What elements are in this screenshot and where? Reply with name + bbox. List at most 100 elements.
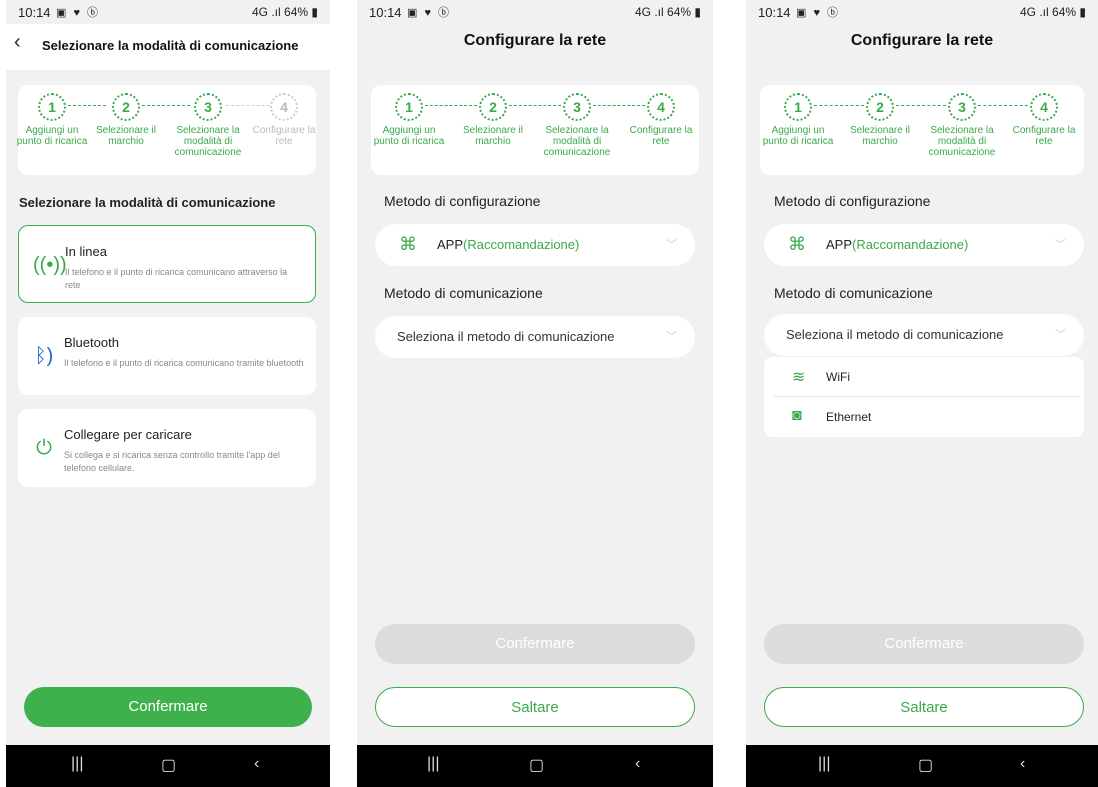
battery-level: 64% <box>1052 5 1077 19</box>
status-icons: ▣ ♥ ⓑ <box>796 7 841 19</box>
step-number: 1 <box>38 93 66 121</box>
step-number: 3 <box>948 93 976 121</box>
home-icon[interactable]: ▢ <box>918 755 933 775</box>
step-4: 4 Configurare la rete <box>625 93 697 147</box>
comm-method-select[interactable]: Seleziona il metodo di comunicazione ﹀ <box>764 314 1084 356</box>
page-title: Selezionare la modalità di comunicazione <box>42 38 299 53</box>
signal-icon: ((•)) <box>33 254 67 276</box>
status-right: 4G .ıl 64% ▮ <box>252 5 318 19</box>
back-nav-icon[interactable]: ‹ <box>1020 755 1025 773</box>
stepper: 1 Aggiungi un punto di ricarica 2 Selezion… <box>371 85 699 175</box>
step-2: 2 Selezionare il marchio <box>457 93 529 147</box>
confirm-button-disabled: Confermare <box>764 624 1084 664</box>
dropdown-option-ethernet[interactable]: ◙ Ethernet <box>764 397 1084 437</box>
plug-icon: ⏻ <box>36 437 52 459</box>
status-right: 4G .ıl 64% ▮ <box>1020 5 1086 19</box>
step-4: 4 Configurare la rete <box>1008 93 1080 147</box>
page-title: Configurare la rete <box>463 32 607 49</box>
option-title: In linea <box>65 244 107 259</box>
wifi-icon: ≋ <box>792 369 806 386</box>
dropdown-option-wifi[interactable]: ≋ WiFi <box>764 357 1084 397</box>
step-number: 1 <box>784 93 812 121</box>
app-grid-icon: ⌘ <box>399 234 417 254</box>
back-nav-icon[interactable]: ‹ <box>635 755 640 773</box>
status-icons: ▣ ♥ ⓑ <box>407 7 452 19</box>
config-method-value: APP(Raccomandazione) <box>437 237 579 252</box>
system-nav-bar: ||| ▢ ‹ <box>746 745 1098 787</box>
option-desc: Si collega e si ricarica senza controllo… <box>64 450 280 473</box>
back-arrow-icon[interactable]: ‹ <box>14 31 21 54</box>
confirm-button[interactable]: Confermare <box>24 687 312 727</box>
step-1: 1 Aggiungi un punto di ricarica <box>16 93 88 147</box>
comm-method-placeholder: Seleziona il metodo di comunicazione <box>786 327 1004 342</box>
network-icon: 4G .ıl <box>1020 5 1049 19</box>
step-number: 4 <box>1030 93 1058 121</box>
system-nav-bar: ||| ▢ ‹ <box>357 745 713 787</box>
status-icons: ▣ ♥ ⓑ <box>56 7 101 19</box>
home-icon[interactable]: ▢ <box>529 755 544 775</box>
step-label: Configurare la rete <box>252 125 316 147</box>
option-bluetooth[interactable]: ᛒ) Bluetooth Il telefono e il punto di r… <box>18 317 316 395</box>
app-grid-icon: ⌘ <box>788 234 806 254</box>
step-3: 3 Selezionare la modalità di comunicazion… <box>172 93 244 158</box>
recent-apps-icon[interactable]: ||| <box>818 755 830 773</box>
home-icon[interactable]: ▢ <box>161 755 176 775</box>
option-desc: Il telefono e il punto di ricarica comun… <box>64 358 304 368</box>
step-number: 2 <box>866 93 894 121</box>
step-number: 3 <box>194 93 222 121</box>
step-3: 3 Selezionare la modalità di comunicazion… <box>926 93 998 158</box>
config-value-suffix: (Raccomandazione) <box>463 237 580 252</box>
battery-level: 64% <box>284 5 309 19</box>
step-label: Selezionare la modalità di comunicazione <box>928 125 996 158</box>
option-online[interactable]: ((•)) In linea Il telefono e il punto di… <box>18 225 316 303</box>
skip-button[interactable]: Saltare <box>375 687 695 727</box>
config-value-suffix: (Raccomandazione) <box>852 237 969 252</box>
network-icon: 4G .ıl <box>635 5 664 19</box>
step-number: 4 <box>270 93 298 121</box>
section-title: Selezionare la modalità di comunicazione <box>19 195 276 210</box>
network-icon: 4G .ıl <box>252 5 281 19</box>
step-label: Selezionare il marchio <box>462 125 524 147</box>
step-label: Selezionare la modalità di comunicazione <box>543 125 611 158</box>
recent-apps-icon[interactable]: ||| <box>71 755 83 773</box>
comm-method-label: Metodo di comunicazione <box>384 285 543 301</box>
step-2: 2 Selezionare il marchio <box>90 93 162 147</box>
option-label: Ethernet <box>826 410 872 424</box>
back-nav-icon[interactable]: ‹ <box>254 755 259 773</box>
stepper: 1 Aggiungi un punto di ricarica 2 Selezion… <box>760 85 1084 175</box>
chevron-down-icon: ﹀ <box>1055 329 1066 341</box>
step-label: Selezionare il marchio <box>849 125 911 147</box>
status-right: 4G .ıl 64% ▮ <box>635 5 701 19</box>
option-title: Collegare per caricare <box>64 427 192 442</box>
comm-method-select[interactable]: Seleziona il metodo di comunicazione ﹀ <box>375 316 695 358</box>
config-method-label: Metodo di configurazione <box>384 193 541 209</box>
config-method-select[interactable]: ⌘ APP(Raccomandazione) ﹀ <box>764 224 1084 266</box>
recent-apps-icon[interactable]: ||| <box>427 755 439 773</box>
option-desc: Il telefono e il punto di ricarica comun… <box>65 267 288 290</box>
step-number: 3 <box>563 93 591 121</box>
config-method-select[interactable]: ⌘ APP(Raccomandazione) ﹀ <box>375 224 695 266</box>
step-number: 4 <box>647 93 675 121</box>
confirm-button-disabled: Confermare <box>375 624 695 664</box>
option-title: Bluetooth <box>64 335 119 350</box>
step-label: Selezionare il marchio <box>95 125 157 147</box>
stepper: 1 Aggiungi un punto di ricarica 2 Selezion… <box>16 85 316 175</box>
step-number: 1 <box>395 93 423 121</box>
system-nav-bar: ||| ▢ ‹ <box>6 745 330 787</box>
config-value-prefix: APP <box>826 237 853 252</box>
status-time: 10:14 <box>758 5 791 20</box>
bluetooth-icon: ᛒ) <box>34 345 54 367</box>
comm-method-label: Metodo di comunicazione <box>774 285 933 301</box>
step-number: 2 <box>112 93 140 121</box>
option-plug-charge[interactable]: ⏻ Collegare per caricare Si collega e si… <box>18 409 316 487</box>
skip-button[interactable]: Saltare <box>764 687 1084 727</box>
page-title: Configurare la rete <box>850 32 994 49</box>
step-4: 4 Configurare la rete <box>248 93 320 147</box>
step-1: 1 Aggiungi un punto di ricarica <box>373 93 445 147</box>
screen-communication-mode: 10:14 ▣ ♥ ⓑ 4G .ıl 64% ▮ ‹ Selezionare l… <box>6 0 330 787</box>
step-1: 1 Aggiungi un punto di ricarica <box>762 93 834 147</box>
config-method-value: APP(Raccomandazione) <box>826 237 968 252</box>
status-time: 10:14 <box>18 5 51 20</box>
step-label: Configurare la rete <box>629 125 693 147</box>
status-bar: 10:14 ▣ ♥ ⓑ 4G .ıl 64% ▮ <box>357 0 713 24</box>
